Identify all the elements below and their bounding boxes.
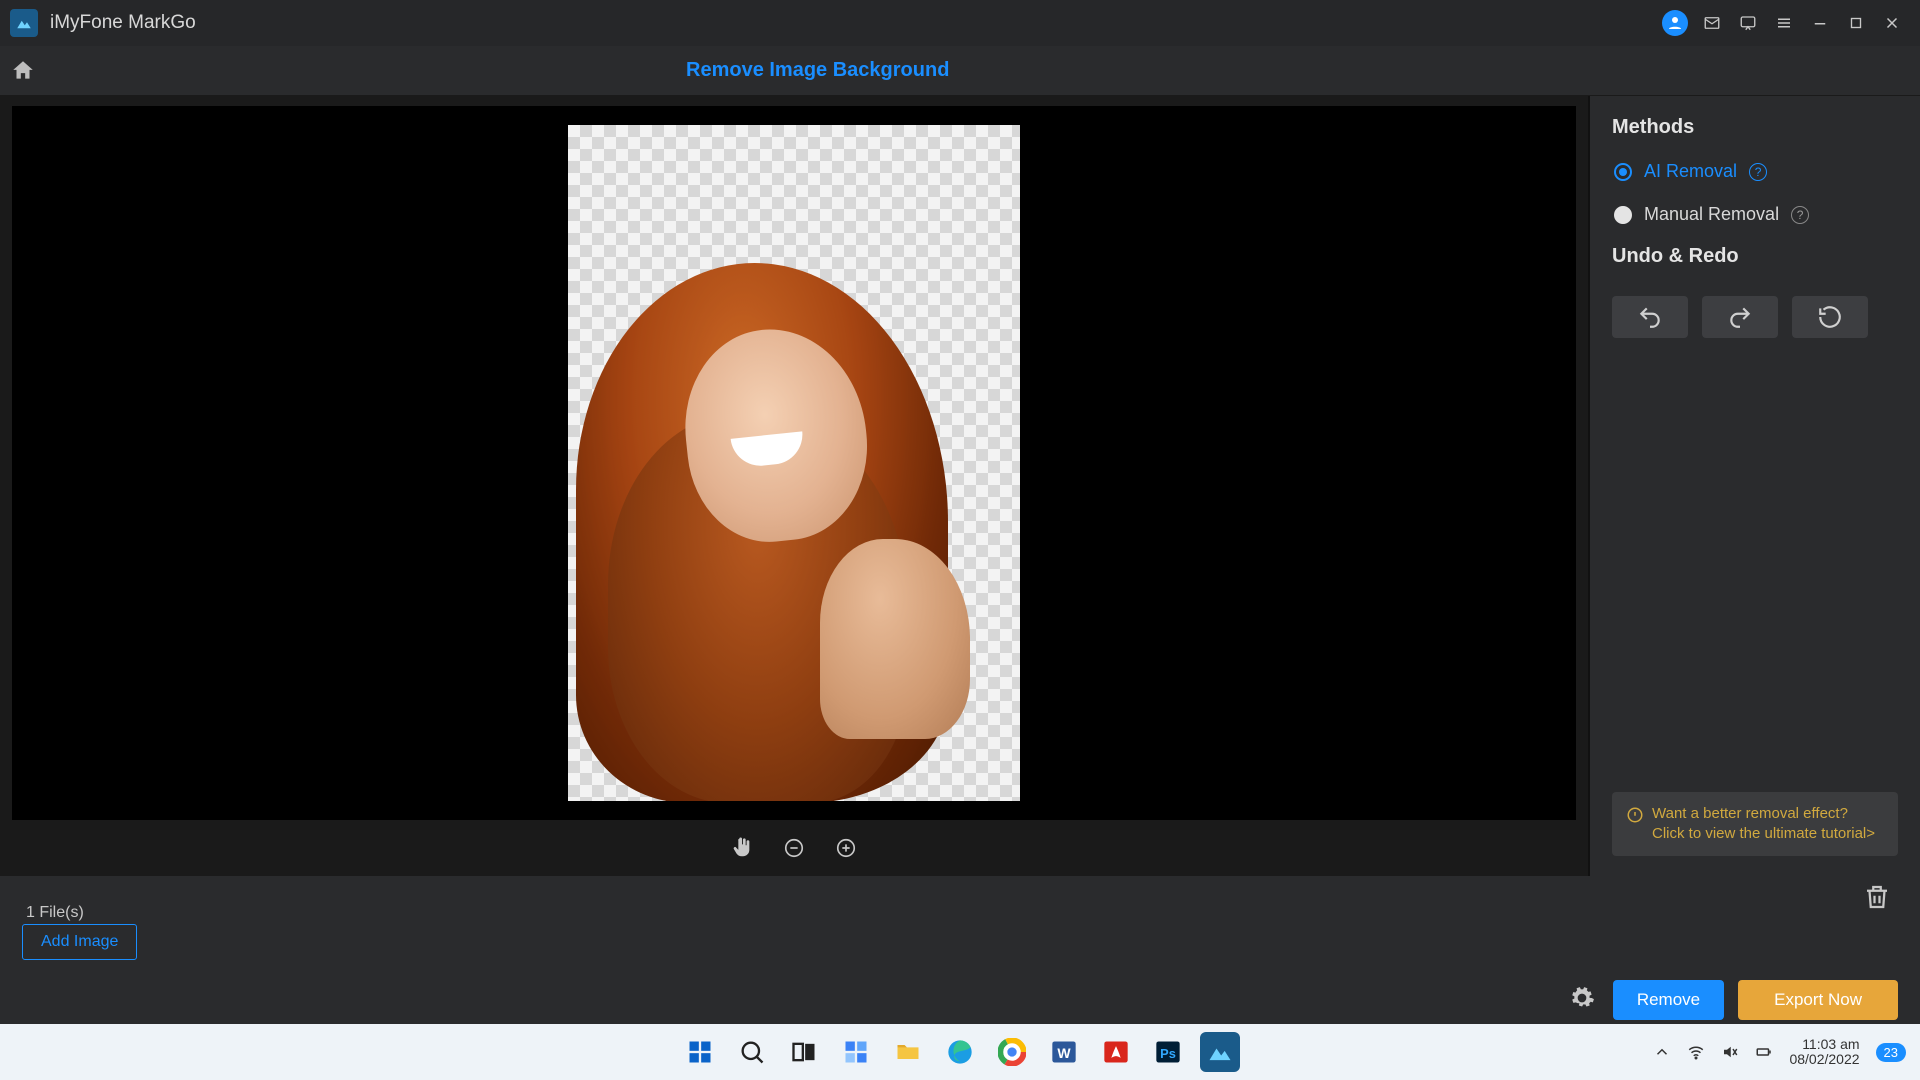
clock-time: 11:03 am: [1789, 1037, 1859, 1052]
undo-redo-heading: Undo & Redo: [1612, 245, 1898, 268]
edge-icon[interactable]: [940, 1032, 980, 1072]
battery-icon[interactable]: [1755, 1043, 1773, 1061]
file-count: 1 File(s): [26, 904, 84, 922]
system-tray: 11:03 am 08/02/2022 23: [1653, 1037, 1906, 1068]
zoom-in-icon[interactable]: [832, 834, 860, 862]
radio-icon: [1614, 163, 1632, 181]
clock-date: 08/02/2022: [1789, 1052, 1859, 1067]
windows-taskbar: W Ps 11:03 am 08/02/2022 23: [0, 1024, 1920, 1080]
action-bar: Remove Export Now: [0, 970, 1920, 1030]
file-row: 1 File(s) Add Image: [0, 876, 1920, 970]
redo-button[interactable]: [1702, 296, 1778, 338]
word-icon[interactable]: W: [1044, 1032, 1084, 1072]
notification-badge[interactable]: 23: [1876, 1043, 1906, 1062]
transparency-checker: [568, 125, 1020, 801]
undo-redo-row: [1612, 296, 1898, 338]
methods-heading: Methods: [1612, 116, 1898, 139]
search-icon[interactable]: [732, 1032, 772, 1072]
account-icon[interactable]: [1662, 10, 1688, 36]
home-icon[interactable]: [0, 58, 46, 84]
subject-image: [568, 263, 1020, 801]
canvas-area: [0, 96, 1590, 876]
markgo-icon[interactable]: [1200, 1032, 1240, 1072]
start-icon[interactable]: [680, 1032, 720, 1072]
file-explorer-icon[interactable]: [888, 1032, 928, 1072]
svg-text:W: W: [1057, 1045, 1071, 1061]
method-label: AI Removal: [1644, 161, 1737, 182]
side-panel: Methods AI Removal ? Manual Removal ? Un…: [1590, 96, 1920, 876]
method-manual-removal[interactable]: Manual Removal ?: [1614, 204, 1898, 225]
taskbar-center: W Ps: [680, 1032, 1240, 1072]
page-title: Remove Image Background: [686, 59, 949, 82]
workspace: Methods AI Removal ? Manual Removal ? Un…: [0, 96, 1920, 876]
widgets-icon[interactable]: [836, 1032, 876, 1072]
tray-chevron-icon[interactable]: [1653, 1043, 1671, 1061]
trash-icon[interactable]: [1862, 882, 1892, 917]
method-label: Manual Removal: [1644, 204, 1779, 225]
reset-button[interactable]: [1792, 296, 1868, 338]
preview-canvas[interactable]: [12, 106, 1576, 820]
tutorial-hint[interactable]: Want a better removal effect? Click to v…: [1612, 792, 1898, 857]
add-image-button[interactable]: Add Image: [22, 924, 137, 960]
settings-icon[interactable]: [1569, 985, 1595, 1016]
maximize-icon[interactable]: [1838, 0, 1874, 46]
app-title: iMyFone MarkGo: [50, 12, 196, 34]
app-logo-icon: [10, 9, 38, 37]
minimize-icon[interactable]: [1802, 0, 1838, 46]
acrobat-icon[interactable]: [1096, 1032, 1136, 1072]
zoom-out-icon[interactable]: [780, 834, 808, 862]
chrome-icon[interactable]: [992, 1032, 1032, 1072]
volume-icon[interactable]: [1721, 1043, 1739, 1061]
photoshop-icon[interactable]: Ps: [1148, 1032, 1188, 1072]
hint-text: Want a better removal effect? Click to v…: [1652, 804, 1884, 845]
task-view-icon[interactable]: [784, 1032, 824, 1072]
help-icon[interactable]: ?: [1791, 206, 1809, 224]
pan-hand-icon[interactable]: [728, 834, 756, 862]
menu-icon[interactable]: [1766, 0, 1802, 46]
help-icon[interactable]: ?: [1749, 163, 1767, 181]
export-button[interactable]: Export Now: [1738, 980, 1898, 1020]
subheader: Remove Image Background: [0, 46, 1920, 96]
close-icon[interactable]: [1874, 0, 1910, 46]
svg-text:Ps: Ps: [1160, 1046, 1176, 1061]
method-ai-removal[interactable]: AI Removal ?: [1614, 161, 1898, 182]
remove-button[interactable]: Remove: [1613, 980, 1724, 1020]
canvas-tools: [12, 820, 1576, 876]
undo-button[interactable]: [1612, 296, 1688, 338]
titlebar: iMyFone MarkGo: [0, 0, 1920, 46]
clock[interactable]: 11:03 am 08/02/2022: [1789, 1037, 1859, 1068]
radio-icon: [1614, 206, 1632, 224]
wifi-icon[interactable]: [1687, 1043, 1705, 1061]
mail-icon[interactable]: [1694, 0, 1730, 46]
feedback-icon[interactable]: [1730, 0, 1766, 46]
